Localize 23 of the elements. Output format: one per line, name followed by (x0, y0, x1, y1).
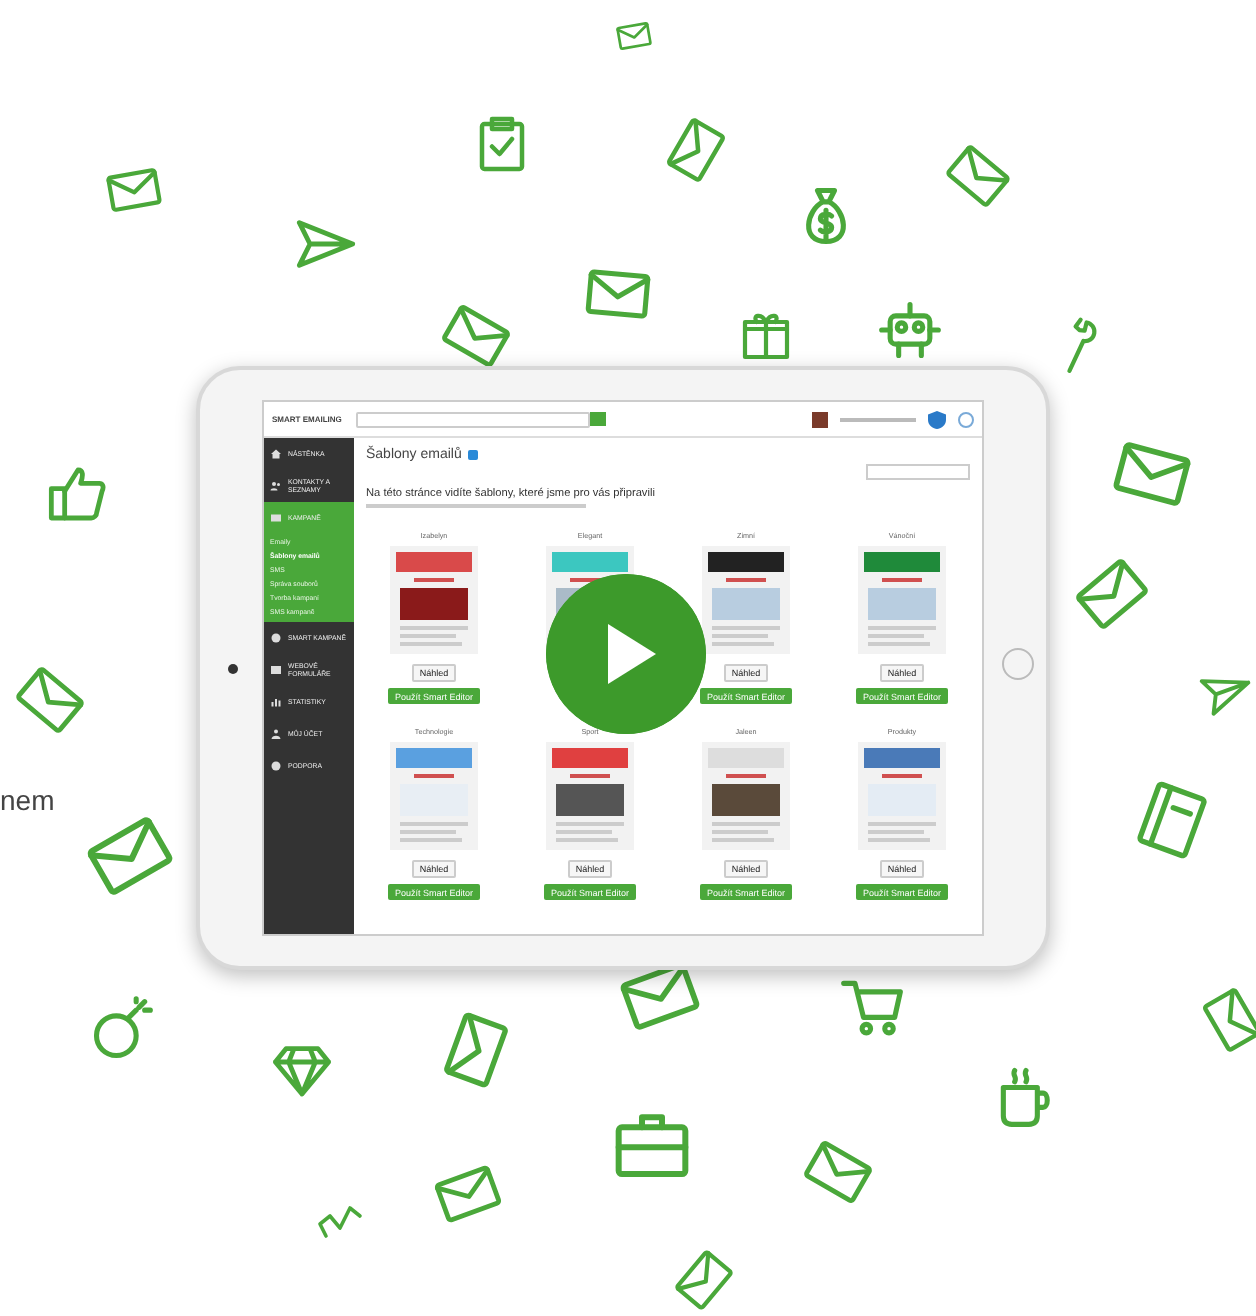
bomb-icon (88, 996, 156, 1064)
filter-field[interactable] (866, 464, 970, 480)
info-icon (467, 450, 478, 460)
avatar[interactable] (812, 411, 828, 427)
settings-icon[interactable] (958, 411, 974, 427)
gift-icon (738, 308, 794, 364)
form-icon (270, 664, 282, 677)
house-icon (270, 448, 282, 460)
robot-icon (876, 296, 944, 364)
camera-dot (228, 663, 238, 673)
person-icon (270, 728, 282, 741)
search-button[interactable] (590, 412, 606, 426)
shield-icon (928, 409, 946, 429)
thumbs-up-icon (46, 462, 110, 526)
home-button[interactable] (1002, 648, 1034, 680)
user-name-line[interactable] (840, 417, 916, 421)
search-field[interactable] (356, 411, 590, 427)
circle-icon (270, 760, 282, 773)
circle-icon (270, 632, 282, 645)
play-button[interactable] (546, 574, 706, 734)
people-icon (270, 480, 282, 493)
bar-chart-icon (270, 696, 282, 709)
body-text: nem (0, 784, 55, 816)
